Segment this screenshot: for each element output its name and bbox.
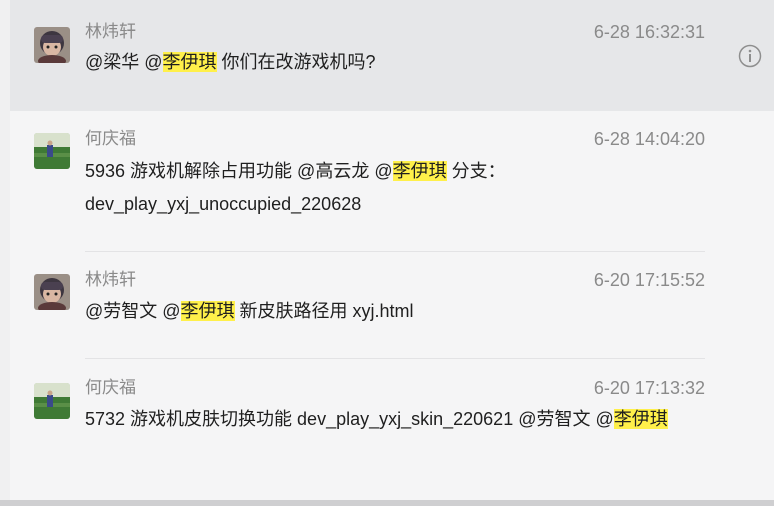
sender-name: 何庆福 (85, 378, 136, 397)
message-list[interactable]: 林炜轩 6-28 16:32:31 @梁华 @李伊琪 你们在改游戏机吗? 何庆福… (10, 0, 774, 500)
sender-name: 何庆福 (85, 129, 136, 148)
message-item[interactable]: 何庆福 6-20 17:13:32 5732 游戏机皮肤切换功能 dev_pla… (10, 359, 774, 500)
message-item[interactable]: 林炜轩 6-28 16:32:31 @梁华 @李伊琪 你们在改游戏机吗? (10, 0, 774, 111)
sender-name: 林炜轩 (85, 270, 136, 289)
message-text: 新皮肤路径用 xyj.html (234, 301, 414, 321)
message-item[interactable]: 林炜轩 6-20 17:15:52 @劳智文 @李伊琪 新皮肤路径用 xyj.h… (10, 252, 774, 359)
scrollbar-track[interactable] (0, 500, 774, 506)
message-content: 5936 游戏机解除占用功能 @高云龙 @李伊琪 分支： dev_play_yx… (85, 155, 685, 221)
message-content: 5732 游戏机皮肤切换功能 dev_play_yxj_skin_220621 … (85, 403, 685, 436)
avatar[interactable] (34, 383, 70, 419)
message-text: 5732 游戏机皮肤切换功能 dev_play_yxj_skin_220621 … (85, 409, 614, 429)
avatar[interactable] (34, 27, 70, 63)
mention-highlight: 李伊琪 (180, 301, 235, 321)
message-item[interactable]: 何庆福 6-28 14:04:20 5936 游戏机解除占用功能 @高云龙 @李… (10, 111, 774, 252)
mention-highlight: 李伊琪 (392, 161, 447, 181)
message-content: @梁华 @李伊琪 你们在改游戏机吗? (85, 46, 685, 79)
avatar[interactable] (34, 274, 70, 310)
timestamp: 6-28 16:32:31 (593, 22, 705, 42)
message-text: @劳智文 @ (85, 301, 181, 321)
mention-highlight: 李伊琪 (613, 409, 668, 429)
timestamp: 6-20 17:13:32 (593, 378, 705, 398)
message-text: 5936 游戏机解除占用功能 @高云龙 @ (85, 161, 393, 181)
avatar[interactable] (34, 133, 70, 169)
timestamp: 6-28 14:04:20 (593, 129, 705, 149)
message-text: 你们在改游戏机吗? (216, 52, 376, 72)
left-strip (0, 0, 10, 506)
message-content: @劳智文 @李伊琪 新皮肤路径用 xyj.html (85, 295, 685, 328)
mention-highlight: 李伊琪 (162, 52, 217, 72)
timestamp: 6-20 17:15:52 (593, 270, 705, 290)
info-icon[interactable] (738, 44, 762, 68)
sender-name: 林炜轩 (85, 22, 136, 41)
message-text: @梁华 @ (85, 52, 163, 72)
